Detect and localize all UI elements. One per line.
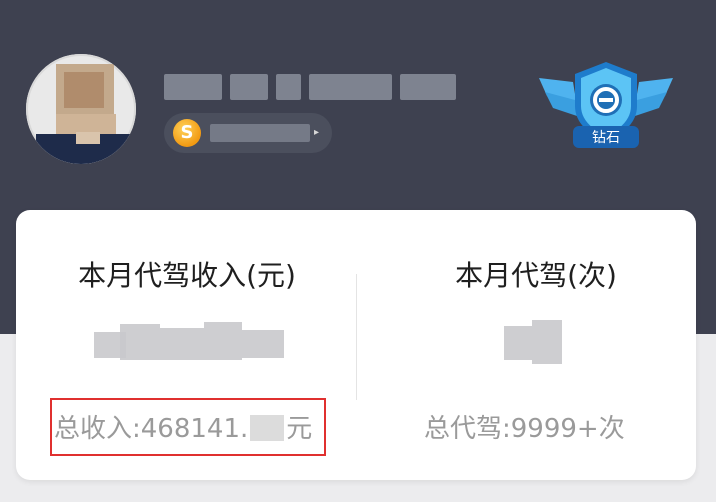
income-stats-card: 本月代驾收入(元) 本月代驾(次) 总收入:468141. 元 总代驾:9999+… [16,210,696,480]
column-divider [356,274,357,400]
chevron-right-icon: ▸ [314,127,320,138]
diamond-rank-badge-icon[interactable]: 钻石 [533,62,679,150]
monthly-rides-title: 本月代驾(次) [455,259,617,292]
total-rides: 总代驾:9999+次 [424,414,625,444]
monthly-income-title: 本月代驾收入(元) [78,259,296,292]
monthly-income-value-obscured [94,320,284,366]
monthly-rides-value-obscured [504,320,564,368]
badge-label: 钻石 [592,130,620,146]
user-avatar[interactable] [26,54,136,164]
coin-balance-obscured [210,124,310,142]
gold-coin-icon: S [173,119,201,147]
username-obscured [164,70,456,104]
highlight-box [50,398,326,456]
coin-balance-pill[interactable]: S ▸ [164,113,332,153]
